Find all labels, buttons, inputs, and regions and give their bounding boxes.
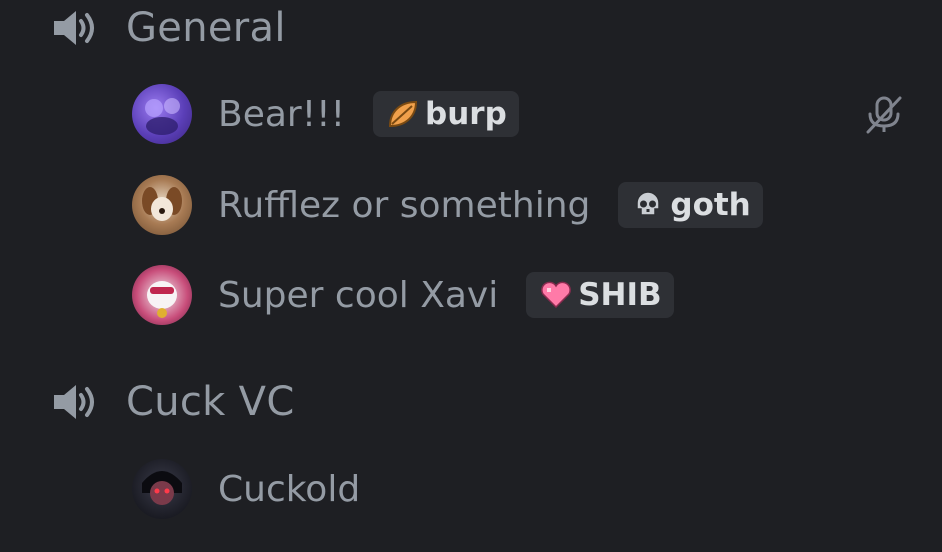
skull-icon xyxy=(630,189,666,221)
voice-user-cuckold[interactable]: Cuckold xyxy=(132,458,360,520)
avatar[interactable] xyxy=(132,265,192,325)
voice-channel-cuck-vc[interactable]: Cuck VC xyxy=(50,376,295,428)
tag-label: burp xyxy=(425,96,507,132)
avatar[interactable] xyxy=(132,175,192,235)
heart-icon xyxy=(538,279,574,311)
avatar[interactable] xyxy=(132,459,192,519)
speaker-icon xyxy=(50,8,98,48)
voice-user-xavi[interactable]: Super cool Xavi SHIB xyxy=(132,264,674,326)
muted-microphone-icon xyxy=(864,94,904,136)
channel-name: General xyxy=(126,5,286,51)
user-tag: burp xyxy=(373,91,519,137)
username: Rufflez or something xyxy=(218,184,591,226)
avatar[interactable] xyxy=(132,84,192,144)
leaf-icon xyxy=(385,98,421,130)
username: Cuckold xyxy=(218,468,361,510)
username: Bear!!! xyxy=(218,93,346,135)
username: Super cool Xavi xyxy=(218,274,499,316)
user-tag: goth xyxy=(618,182,763,228)
tag-label: goth xyxy=(670,187,751,223)
voice-channel-general[interactable]: General xyxy=(50,2,286,54)
voice-user-bear[interactable]: Bear!!! burp xyxy=(132,83,519,145)
tag-label: SHIB xyxy=(578,277,662,313)
user-tag: SHIB xyxy=(526,272,674,318)
channel-name: Cuck VC xyxy=(126,379,295,425)
voice-user-rufflez[interactable]: Rufflez or something goth xyxy=(132,174,763,236)
speaker-icon xyxy=(50,382,98,422)
